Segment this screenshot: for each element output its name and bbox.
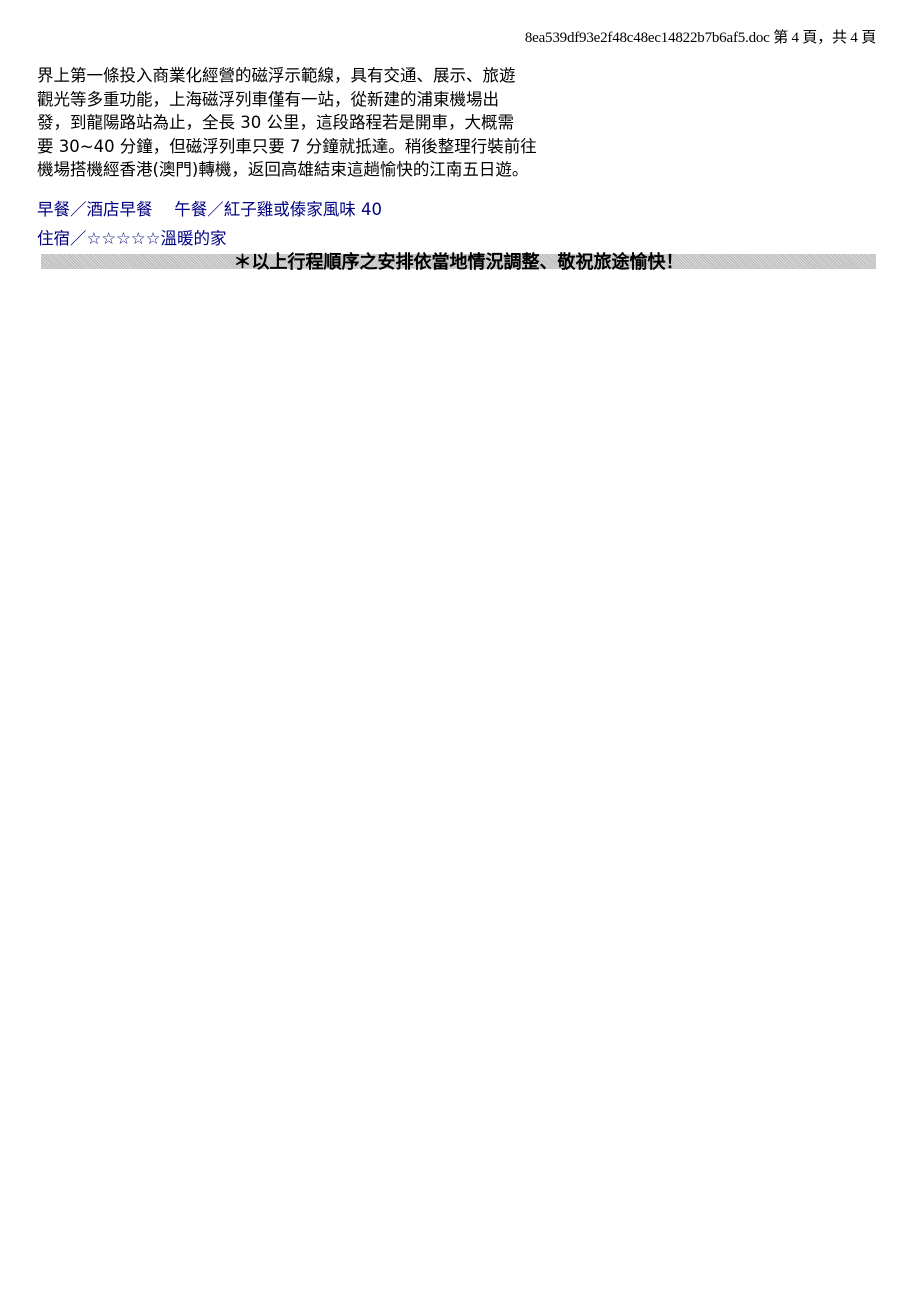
meals-info: 早餐／酒店早餐 午餐／紅子雞或傣家風味 40: [37, 200, 382, 219]
page-info: 8ea539df93e2f48c48ec14822b7b6af5.doc 第 4…: [524, 30, 876, 46]
paragraph-line: 機場搭機經香港(澳門)轉機，返回高雄結束這趟愉快的江南五日遊。: [37, 160, 529, 179]
paragraph-line: 界上第一條投入商業化經營的磁浮示範線，具有交通、展示、旅遊: [37, 66, 516, 85]
paragraph-line: 發，到龍陽路站為止，全長 30 公里，這段路程若是開車，大概需: [37, 113, 514, 132]
notice-text: ＊以上行程順序之安排依當地情況調整、敬祝旅途愉快！: [233, 252, 684, 273]
paragraph-line: 觀光等多重功能，上海磁浮列車僅有一站，從新建的浦東機場出: [37, 89, 499, 109]
paragraph-line: 要 30~40 分鐘，但磁浮列車只要 7 分鐘就抵達。稍後整理行裝前往: [37, 136, 537, 156]
lodging-info: 住宿／☆☆☆☆☆溫暖的家: [37, 229, 227, 248]
itinerary-paragraph: 界上第一條投入商業化經營的磁浮示範線，具有交通、展示、旅遊 觀光等多重功能，上海…: [37, 64, 597, 182]
page-header: 8ea539df93e2f48c48ec14822b7b6af5.doc 第 4…: [525, 26, 876, 47]
notice-banner: ＊以上行程順序之安排依當地情況調整、敬祝旅途愉快！: [41, 252, 876, 273]
